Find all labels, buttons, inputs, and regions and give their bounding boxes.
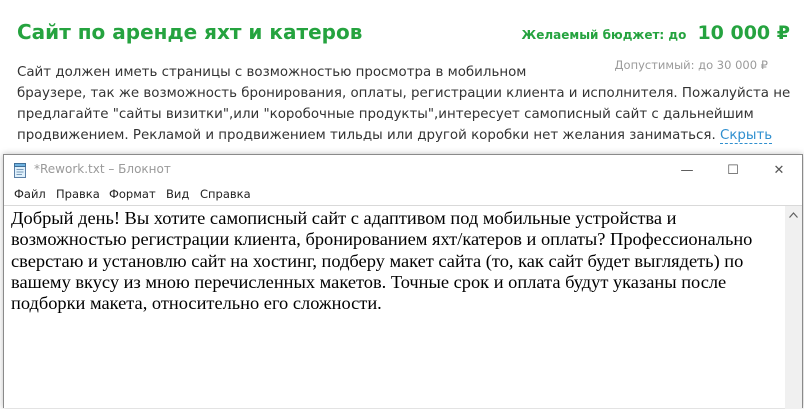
job-description: Сайт должен иметь страницы с возможность… [17, 62, 797, 146]
menu-file[interactable]: Файл [14, 187, 46, 201]
menu-bar: Файл Правка Формат Вид Справка [4, 185, 802, 205]
menu-help[interactable]: Справка [200, 187, 251, 201]
window-title: *Rework.txt – Блокнот [34, 162, 171, 176]
description-line: браузере, так же возможность бронировани… [17, 86, 791, 101]
menu-format[interactable]: Формат [109, 187, 156, 201]
menu-edit[interactable]: Правка [56, 187, 100, 201]
editor-line: вашему вкусу из мною перечисленных макет… [11, 271, 727, 292]
description-line-last: продвижением. Рекламой и продвижением ти… [17, 125, 797, 146]
close-button[interactable]: ✕ [756, 155, 802, 185]
description-line: Сайт должен иметь страницы с возможность… [17, 65, 527, 80]
editor-line: подборки макета, относительно его сложно… [11, 293, 382, 314]
maximize-button[interactable]: ☐ [710, 155, 756, 185]
notepad-window: *Rework.txt – Блокнот — ☐ ✕ Файл Правка … [3, 154, 803, 409]
editor-line: возможностью регистрации клиента, бронир… [11, 229, 753, 250]
editor-line: Добрый день! Вы хотите самописный сайт с… [11, 208, 677, 228]
text-editor[interactable]: Добрый день! Вы хотите самописный сайт с… [4, 205, 785, 409]
job-card: Сайт по аренде яхт и катеров Желаемый бю… [0, 0, 804, 155]
job-title[interactable]: Сайт по аренде яхт и катеров [17, 20, 362, 44]
minimize-button[interactable]: — [664, 155, 710, 185]
maximize-icon: ☐ [727, 162, 739, 178]
hide-link[interactable]: Скрыть [719, 128, 773, 144]
chevron-up-icon [789, 211, 798, 218]
scroll-up-button[interactable] [785, 206, 802, 223]
budget-value: 10 000 ₽ [697, 22, 790, 44]
title-bar[interactable]: *Rework.txt – Блокнот — ☐ ✕ [4, 155, 802, 185]
budget-label: Желаемый бюджет: до [521, 28, 687, 42]
editor-line: сверстаю и установлю сайт на хостинг, по… [11, 250, 744, 271]
menu-view[interactable]: Вид [166, 187, 189, 201]
vertical-scrollbar[interactable] [785, 205, 802, 409]
description-line: продвижением. Рекламой и продвижением ти… [17, 128, 716, 143]
close-icon: ✕ [773, 162, 785, 178]
notepad-icon [14, 163, 26, 178]
desired-budget: Желаемый бюджет: до 10 000 ₽ [522, 22, 790, 44]
minimize-icon: — [680, 162, 694, 178]
editor-content[interactable]: Добрый день! Вы хотите самописный сайт с… [11, 208, 781, 314]
description-line: предлагайте "сайты визитки",или "коробоч… [17, 107, 754, 122]
